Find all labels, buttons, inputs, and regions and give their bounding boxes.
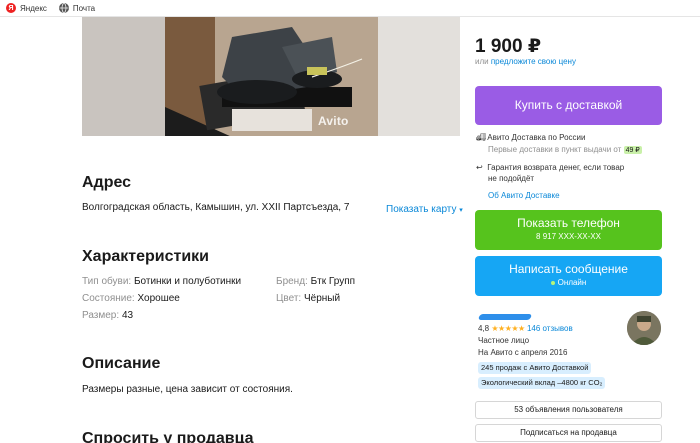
bookmark-label: Почта	[72, 3, 96, 13]
chevron-down-icon: ▾	[459, 207, 463, 214]
return-arrow-icon: ↩	[476, 163, 483, 172]
delivery-info: 🚚︎ Авито Доставка по России	[476, 133, 586, 142]
characteristics-heading: Характеристики	[82, 248, 210, 265]
char-row-shoe-type: Тип обуви: Ботинки и полуботинки	[82, 276, 241, 287]
photo-watermark: Avito	[318, 114, 349, 128]
star-rating-icon: ★★★★★	[491, 324, 525, 333]
price: 1 900 ₽	[475, 36, 542, 57]
about-delivery-link[interactable]: Об Авито Доставке	[488, 191, 560, 200]
address-heading: Адрес	[82, 174, 132, 191]
first-deliveries-text: Первые доставки в пункт выдачи от	[488, 145, 622, 154]
user-ads-button[interactable]: 53 объявления пользователя	[475, 401, 662, 419]
char-row-color: Цвет: Чёрный	[276, 293, 340, 304]
char-key: Состояние:	[82, 293, 135, 304]
guarantee-text-1: Гарантия возврата денег, если товар	[487, 163, 625, 172]
char-key: Цвет:	[276, 293, 302, 304]
subscribe-seller-button[interactable]: Подписаться на продавца	[475, 424, 662, 442]
online-dot-icon	[550, 280, 555, 285]
guarantee-line: ↩ Гарантия возврата денег, если товар	[476, 163, 624, 172]
address-text: Волгоградская область, Камышин, ул. XXII…	[82, 202, 350, 213]
price-badge: 49 ₽	[623, 146, 642, 154]
show-phone-button[interactable]: Показать телефон 8 917 XXX-XX-XX	[475, 210, 662, 250]
char-key: Тип обуви:	[82, 276, 132, 287]
char-value: Хорошее	[137, 293, 180, 304]
online-text: Онлайн	[557, 278, 587, 287]
delivery-title: Авито Доставка по России	[487, 133, 586, 142]
bookmark-yandex[interactable]: Я Яндекс	[6, 3, 47, 13]
seller-rating: 4,8 ★★★★★ 146 отзывов	[478, 324, 573, 333]
boot-photo	[82, 17, 460, 136]
bookmark-mail[interactable]: Почта	[58, 3, 96, 13]
truck-icon: 🚚︎	[476, 133, 487, 142]
char-value: Бтк Групп	[310, 276, 356, 287]
first-deliveries-line: Первые доставки в пункт выдачи от 49 ₽	[488, 145, 642, 154]
rating-value: 4,8	[478, 324, 490, 333]
show-map-link[interactable]: Показать карту ▾	[386, 204, 463, 215]
listing-photo[interactable]	[82, 17, 460, 136]
seller-name-link[interactable]	[477, 314, 533, 320]
write-message-label: Написать сообщение	[509, 262, 628, 276]
description-heading: Описание	[82, 355, 161, 372]
show-map-label: Показать карту	[386, 204, 457, 215]
char-row-brand: Бренд: Бтк Групп	[276, 276, 355, 287]
reviews-link[interactable]: 146 отзывов	[527, 324, 573, 333]
ask-seller-heading: Спросить у продавца	[82, 430, 254, 443]
bookmarks-bar: Я Яндекс Почта	[0, 0, 700, 17]
guarantee-text-2: не подойдёт	[488, 174, 535, 183]
buy-with-delivery-button[interactable]: Купить с доставкой	[475, 86, 662, 125]
sales-chip: 245 продаж с Авито Доставкой	[478, 362, 592, 374]
char-value: Чёрный	[303, 293, 341, 304]
char-value: Ботинки и полуботинки	[133, 276, 242, 287]
description-text: Размеры разные, цена зависит от состояни…	[82, 384, 293, 395]
char-key: Бренд:	[276, 276, 308, 287]
eco-chip: Экологический вклад –4800 кг CO₂	[478, 377, 606, 389]
bookmark-label: Яндекс	[20, 3, 47, 13]
phone-number: 8 917 XXX-XX-XX	[536, 232, 601, 241]
char-value: 43	[121, 310, 134, 321]
offer-price-link[interactable]: предложите свою цену	[491, 57, 576, 66]
or-text: или	[475, 57, 489, 66]
char-key: Размер:	[82, 310, 120, 321]
char-row-condition: Состояние: Хорошее	[82, 293, 180, 304]
price-offer-line: или предложите свою цену	[475, 57, 576, 66]
seller-type: Частное лицо	[478, 336, 530, 345]
globe-icon	[58, 3, 69, 13]
show-phone-label: Показать телефон	[517, 216, 620, 230]
char-row-size: Размер: 43	[82, 310, 133, 321]
avatar-image	[627, 311, 661, 345]
write-message-button[interactable]: Написать сообщение Онлайн	[475, 256, 662, 296]
avatar[interactable]	[627, 311, 661, 345]
seller-since: На Авито с апреля 2016	[478, 348, 568, 357]
yandex-icon: Я	[6, 3, 16, 13]
online-status: Онлайн	[475, 278, 662, 287]
